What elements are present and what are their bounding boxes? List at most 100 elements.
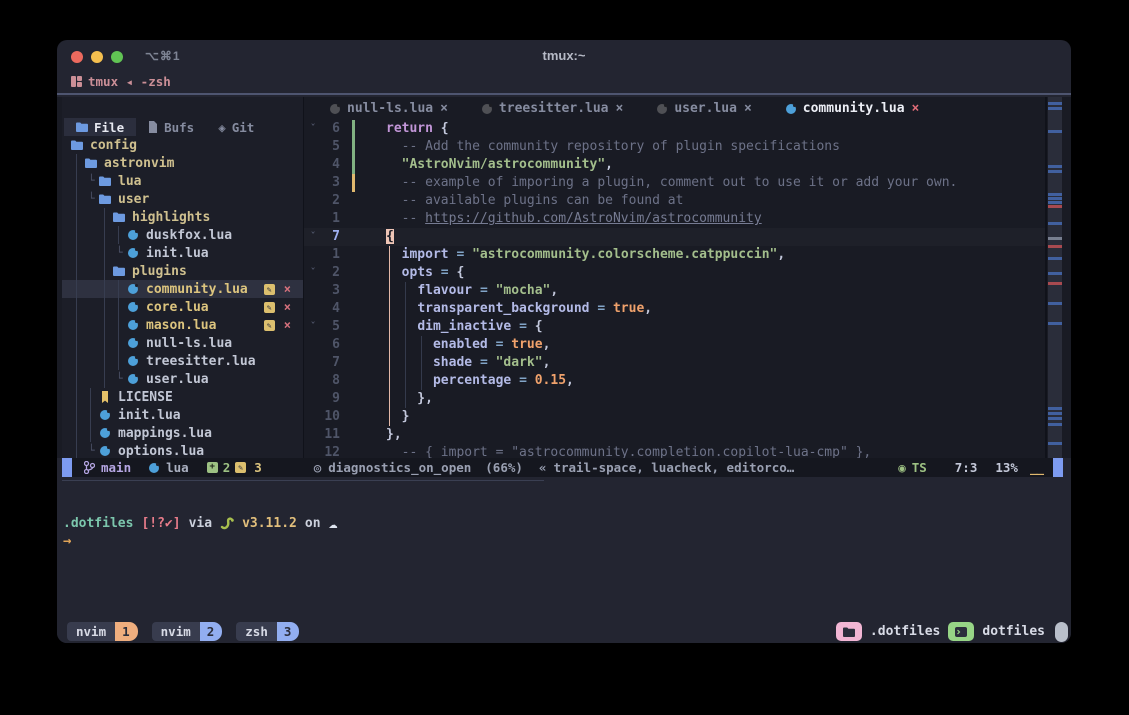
- tree-item-plugins[interactable]: plugins: [62, 262, 303, 280]
- code-line[interactable]: 4 "AstroNvim/astrocommunity",: [304, 156, 1045, 174]
- buffer-tab-label: null-ls.lua: [347, 101, 433, 116]
- added-count: 2: [223, 460, 231, 475]
- fold-column: [304, 336, 322, 354]
- buffer-close-icon[interactable]: ×: [912, 101, 920, 116]
- code-line[interactable]: ˇ5 dim_inactive = {: [304, 318, 1045, 336]
- folder-icon: [112, 266, 125, 276]
- code-area[interactable]: ˇ6return {5 -- Add the community reposit…: [304, 120, 1045, 458]
- code-line[interactable]: 8 percentage = 0.15,: [304, 372, 1045, 390]
- line-number: 4: [322, 300, 340, 318]
- statusline-right-block: [1053, 458, 1063, 477]
- code-line[interactable]: ˇ7{: [304, 228, 1045, 246]
- tree-item-label: community.lua: [146, 282, 248, 297]
- shell-pane[interactable]: .dotfiles [!?✔] via v3.11.2 on ☁ →: [57, 477, 1071, 620]
- buffer-tab-treesitter.lua[interactable]: treesitter.lua×: [468, 101, 637, 116]
- code-line[interactable]: 12 -- { import = "astrocommunity.complet…: [304, 444, 1045, 458]
- fold-column: [304, 246, 322, 264]
- sidebar-tab-file[interactable]: File: [64, 118, 136, 136]
- tree-item-options.lua[interactable]: └options.lua: [62, 442, 303, 458]
- scrollbar-minimap[interactable]: [1048, 97, 1062, 458]
- fold-chevron-icon[interactable]: ˇ: [304, 228, 322, 246]
- code-text: },: [386, 390, 433, 408]
- code-line[interactable]: 11},: [304, 426, 1045, 444]
- minimap-mark: [1048, 107, 1062, 110]
- code-line[interactable]: ˇ6return {: [304, 120, 1045, 138]
- fold-chevron-icon[interactable]: ˇ: [304, 264, 322, 282]
- tree-item-lua[interactable]: └lua: [62, 172, 303, 190]
- terminal-icon: [948, 622, 974, 641]
- tree-item-treesitter.lua[interactable]: treesitter.lua: [62, 352, 303, 370]
- tree-item-label: init.lua: [118, 408, 181, 423]
- code-line[interactable]: 1 import = "astrocommunity.colorscheme.c…: [304, 246, 1045, 264]
- tree-item-config[interactable]: config: [62, 136, 303, 154]
- buffer-tab-community.lua[interactable]: community.lua×: [772, 101, 934, 116]
- minimap-mark: [1048, 130, 1062, 133]
- added-icon: +: [207, 462, 218, 473]
- sidebar-tab-git[interactable]: ◈Git: [206, 118, 266, 136]
- fold-chevron-icon[interactable]: ˇ: [304, 318, 322, 336]
- sidebar-tab-bufs[interactable]: Bufs: [136, 118, 206, 136]
- tree-item-badges: ✎×: [264, 320, 291, 331]
- tree-item-highlights[interactable]: highlights: [62, 208, 303, 226]
- code-line[interactable]: 10 }: [304, 408, 1045, 426]
- tree-item-user[interactable]: └user: [62, 190, 303, 208]
- fold-chevron-icon[interactable]: ˇ: [304, 120, 322, 138]
- folder-icon: [98, 194, 111, 204]
- code-line[interactable]: 9 },: [304, 390, 1045, 408]
- tree-item-null-ls.lua[interactable]: null-ls.lua: [62, 334, 303, 352]
- tree-guide: [70, 190, 84, 208]
- lua-icon: [128, 320, 138, 330]
- tree-item-LICENSE[interactable]: LICENSE: [62, 388, 303, 406]
- tree-guide: [84, 334, 98, 352]
- tmux-session-tab[interactable]: tmux ◂ -zsh: [71, 74, 171, 89]
- tree-corner: └: [84, 442, 98, 458]
- code-line[interactable]: 7 shade = "dark",: [304, 354, 1045, 372]
- tree-item-init.lua[interactable]: init.lua: [62, 406, 303, 424]
- code-text: percentage = 0.15,: [386, 372, 574, 390]
- tmux-window-3[interactable]: zsh3: [236, 622, 299, 641]
- terminal-window: ⌥⌘1 tmux:~ tmux ◂ -zsh File Bufs ◈Git conf…: [57, 40, 1071, 643]
- tmux-window-1[interactable]: nvim1: [67, 622, 138, 641]
- tree-item-community.lua[interactable]: community.lua✎×: [62, 280, 303, 298]
- nvim-editor-region: File Bufs ◈Git configastronvim└lua└userhig…: [57, 97, 1071, 458]
- git-branch-indicator: main: [84, 460, 131, 475]
- code-line[interactable]: 5 -- Add the community repository of plu…: [304, 138, 1045, 156]
- tree-guide: [70, 262, 84, 280]
- tree-guide: [70, 280, 84, 298]
- buffer-tab-null-ls.lua[interactable]: null-ls.lua ×: [316, 101, 462, 116]
- tree-guide: [84, 370, 98, 388]
- tree-item-mappings.lua[interactable]: mappings.lua: [62, 424, 303, 442]
- tree-item-user.lua[interactable]: └user.lua: [62, 370, 303, 388]
- sidebar-tab-label: Bufs: [164, 120, 194, 135]
- code-line[interactable]: 3 -- example of imporing a plugin, comme…: [304, 174, 1045, 192]
- tree-item-duskfox.lua[interactable]: duskfox.lua: [62, 226, 303, 244]
- tmux-window-2[interactable]: nvim2: [152, 622, 223, 641]
- buffer-tab-user.lua[interactable]: user.lua×: [643, 101, 765, 116]
- lua-file-icon: [126, 230, 139, 240]
- buffer-close-icon[interactable]: ×: [440, 101, 448, 116]
- code-line[interactable]: 2 -- available plugins can be found at: [304, 192, 1045, 210]
- lua-icon: [482, 104, 492, 114]
- tree-item-mason.lua[interactable]: mason.lua✎×: [62, 316, 303, 334]
- lua-icon: [128, 338, 138, 348]
- buffer-close-icon[interactable]: ×: [744, 101, 752, 116]
- buffer-close-icon[interactable]: ×: [616, 101, 624, 116]
- prompt-git-status: [!?✔]: [141, 516, 180, 531]
- titlebar[interactable]: ⌥⌘1 tmux:~: [57, 40, 1071, 70]
- code-text: shade = "dark",: [386, 354, 550, 372]
- tree-item-init.lua[interactable]: └init.lua: [62, 244, 303, 262]
- tree-item-astronvim[interactable]: astronvim: [62, 154, 303, 172]
- tree-guide: [84, 244, 98, 262]
- tree-guide: [70, 352, 84, 370]
- line-number: 8: [322, 372, 340, 390]
- line-number: 1: [322, 210, 340, 228]
- code-line[interactable]: 4 transparent_background = true,: [304, 300, 1045, 318]
- tree-item-core.lua[interactable]: core.lua✎×: [62, 298, 303, 316]
- code-line[interactable]: 1 -- https://github.com/AstroNvim/astroc…: [304, 210, 1045, 228]
- lua-icon: [100, 446, 110, 456]
- code-line[interactable]: 6 enabled = true,: [304, 336, 1045, 354]
- fold-column: [304, 426, 322, 444]
- code-line[interactable]: 3 flavour = "mocha",: [304, 282, 1045, 300]
- minimap-mark: [1048, 222, 1062, 225]
- code-line[interactable]: ˇ2 opts = {: [304, 264, 1045, 282]
